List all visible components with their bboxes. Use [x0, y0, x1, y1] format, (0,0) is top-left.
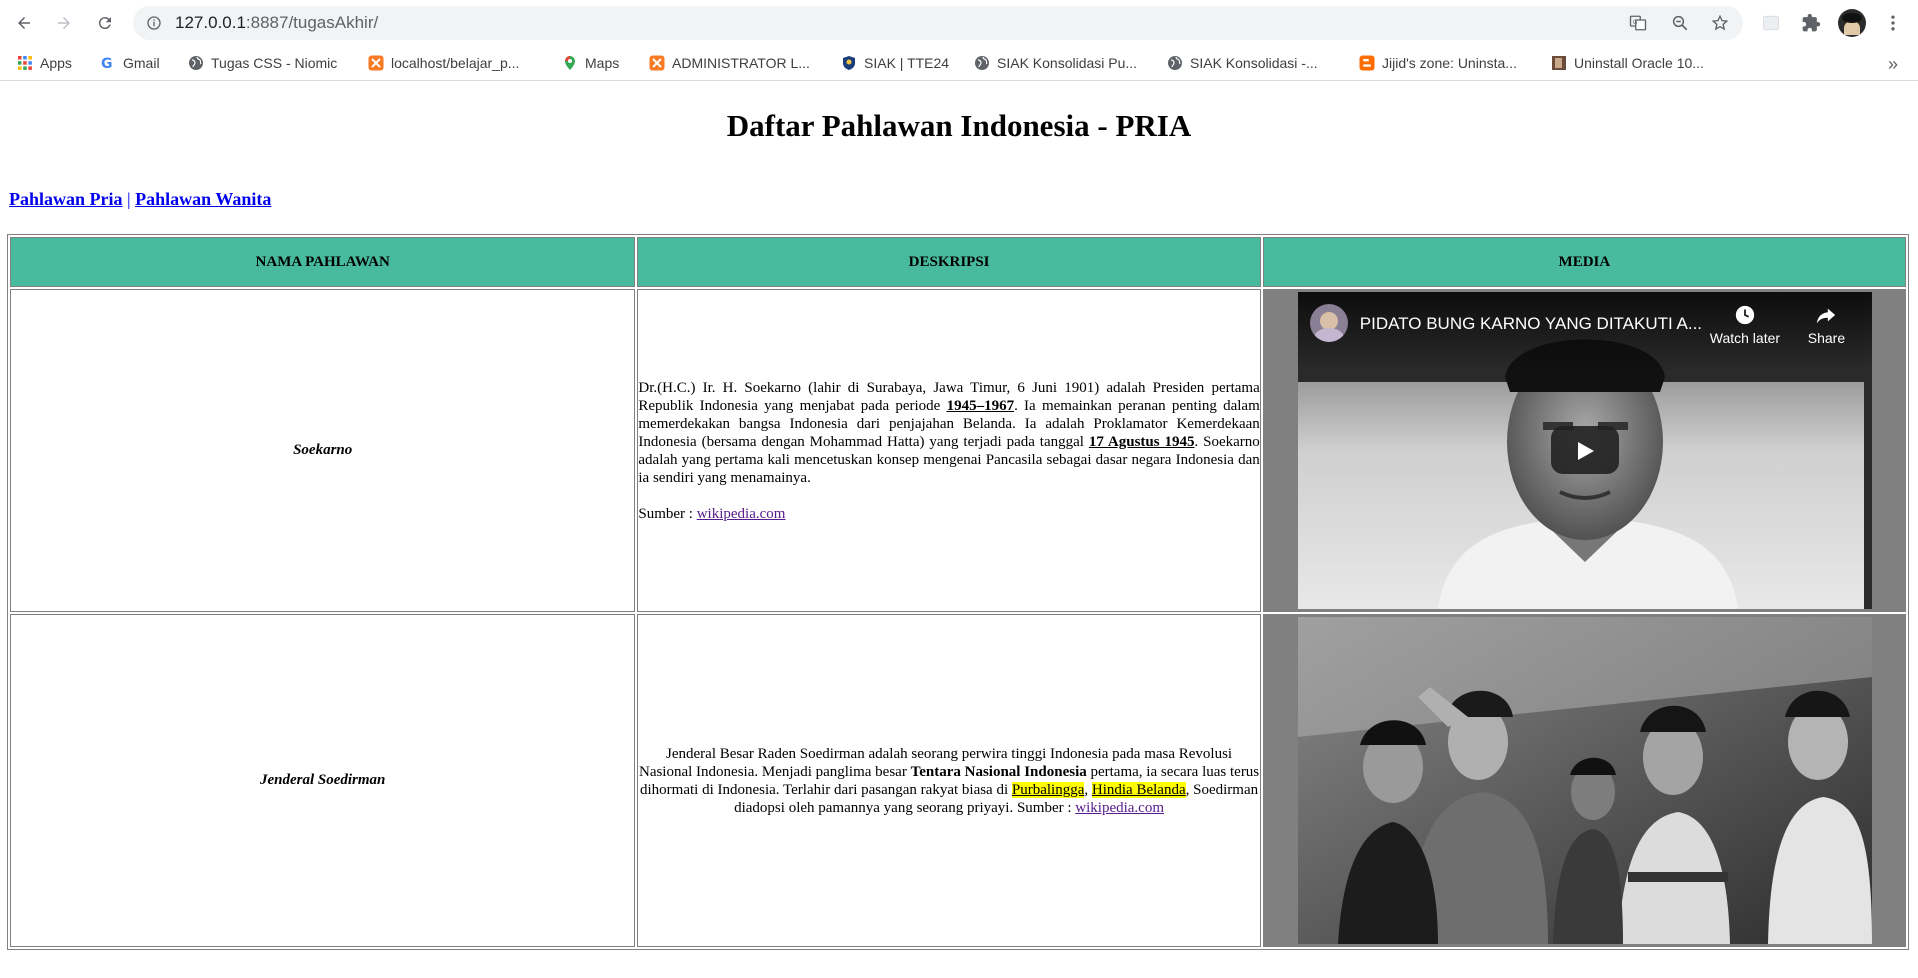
hero-name: Soekarno	[10, 289, 636, 612]
globe-icon	[188, 55, 204, 71]
blogger-icon	[1359, 55, 1375, 71]
reload-icon	[98, 17, 111, 30]
kebab-menu-icon[interactable]	[1883, 13, 1903, 33]
bookmark-uninstall-oracle[interactable]: Uninstall Oracle 10...	[1551, 52, 1704, 74]
bookmark-label: SIAK | TTE24	[864, 55, 950, 71]
bookmark-label: Jijid's zone: Uninsta...	[1382, 55, 1517, 71]
arrow-left-icon	[18, 17, 30, 29]
svg-text:G: G	[101, 56, 113, 71]
share-arrow-icon	[1817, 308, 1836, 324]
translate-icon[interactable]: G	[1629, 14, 1647, 32]
media-cell: PIDATO BUNG KARNO YANG DITAKUTI A... Wat…	[1262, 289, 1906, 612]
table-row: Soekarno Dr.(H.C.) Ir. H. Soekarno (lahi…	[10, 289, 1906, 612]
bookmark-label: Maps	[585, 55, 620, 71]
bookmark-label: Gmail	[123, 55, 160, 71]
google-icon: G	[100, 55, 116, 71]
maps-pin-icon	[562, 55, 578, 71]
shield-emblem-icon	[841, 55, 857, 71]
bookmark-jijids-zone[interactable]: Jijid's zone: Uninsta...	[1359, 52, 1517, 74]
bookmark-localhost[interactable]: localhost/belajar_p...	[368, 52, 519, 74]
profile-avatar[interactable]	[1838, 9, 1866, 37]
bookmarks-overflow-chevron-icon[interactable]: »	[1888, 54, 1898, 75]
highlight-hindia-belanda: Hindia Belanda	[1091, 781, 1186, 798]
page-title: Daftar Pahlawan Indonesia - PRIA	[726, 108, 1192, 143]
table-header-row: NAMA PAHLAWAN DESKRIPSI MEDIA	[10, 237, 1906, 287]
youtube-embed[interactable]: PIDATO BUNG KARNO YANG DITAKUTI A... Wat…	[1297, 292, 1872, 609]
hero-description: Jenderal Besar Raden Soedirman adalah se…	[637, 614, 1261, 947]
back-button[interactable]	[10, 9, 38, 37]
bookmark-gmail[interactable]: G Gmail	[100, 52, 160, 74]
hero-name: Jenderal Soedirman	[10, 614, 636, 947]
description-paragraph: Dr.(H.C.) Ir. H. Soekarno (lahir di Sura…	[638, 379, 1260, 486]
bookmark-tugas-css[interactable]: Tugas CSS - Niomic	[188, 52, 337, 74]
link-pahlawan-wanita[interactable]: Pahlawan Wanita	[135, 189, 271, 209]
bookmark-siak-konsolidasi-pu[interactable]: SIAK Konsolidasi Pu...	[974, 52, 1137, 74]
bookmark-label: SIAK Konsolidasi Pu...	[997, 55, 1138, 71]
bookmark-label: Tugas CSS - Niomic	[211, 55, 338, 71]
header-media: MEDIA	[1262, 237, 1906, 287]
clock-icon	[1735, 305, 1755, 325]
watch-later-button[interactable]: Watch later	[1710, 304, 1780, 346]
nav-separator: |	[127, 189, 131, 209]
forward-button[interactable]	[50, 9, 78, 37]
globe-icon	[974, 55, 990, 71]
source-link[interactable]: wikipedia.com	[1075, 800, 1164, 816]
media-cell	[1262, 614, 1906, 947]
globe-icon	[1167, 55, 1183, 71]
bookmark-apps[interactable]: Apps	[17, 52, 72, 74]
zoom-out-icon[interactable]	[1671, 14, 1689, 32]
bookmark-siak-konsolidasi[interactable]: SIAK Konsolidasi -...	[1167, 52, 1318, 74]
bookmark-label: localhost/belajar_p...	[391, 55, 520, 71]
bookmark-star-icon[interactable]	[1711, 14, 1729, 32]
heroes-table: NAMA PAHLAWAN DESKRIPSI MEDIA Soekarno D…	[7, 234, 1909, 950]
bookmark-label: ADMINISTRATOR L...	[672, 55, 810, 71]
share-label: Share	[1807, 330, 1846, 346]
play-button[interactable]	[1550, 426, 1619, 474]
url-text[interactable]: 127.0.0.1:8887/tugasAkhir/	[175, 13, 378, 33]
browser-toolbar: 127.0.0.1:8887/tugasAkhir/ G	[0, 0, 1918, 46]
bookmark-label: Apps	[40, 55, 72, 71]
channel-avatar[interactable]	[1309, 304, 1348, 342]
bookmark-administrator[interactable]: ADMINISTRATOR L...	[649, 52, 810, 74]
source-line: Sumber : wikipedia.com	[638, 505, 786, 522]
bookmark-siak-tte24[interactable]: SIAK | TTE24	[841, 52, 949, 74]
page-nav: Pahlawan Pria | Pahlawan Wanita	[9, 189, 271, 210]
page-content: Daftar Pahlawan Indonesia - PRIA Pahlawa…	[0, 81, 1918, 978]
svg-text:G: G	[1633, 19, 1638, 26]
bookmark-label: SIAK Konsolidasi -...	[1190, 55, 1318, 71]
soedirman-photo	[1297, 617, 1872, 944]
table-row: Jenderal Soedirman Jenderal Besar Raden …	[10, 614, 1906, 947]
bookmark-maps[interactable]: Maps	[562, 52, 619, 74]
xampp-icon	[368, 55, 384, 71]
watch-later-label: Watch later	[1709, 330, 1781, 346]
xampp-icon	[649, 55, 665, 71]
arrow-right-icon	[58, 17, 70, 29]
video-title[interactable]: PIDATO BUNG KARNO YANG DITAKUTI A...	[1360, 314, 1702, 334]
thumbnail-icon	[1551, 55, 1567, 71]
source-link[interactable]: wikipedia.com	[697, 506, 786, 522]
header-nama: NAMA PAHLAWAN	[10, 237, 636, 287]
bookmarks-bar: Apps G Gmail Tugas CSS - Niomic localhos…	[0, 46, 1918, 81]
play-icon	[1577, 442, 1594, 460]
puzzle-icon[interactable]	[1801, 13, 1821, 33]
bookmark-label: Uninstall Oracle 10...	[1574, 55, 1704, 71]
info-icon[interactable]	[146, 15, 162, 31]
hero-photo	[1297, 617, 1872, 944]
address-bar[interactable]: 127.0.0.1:8887/tugasAkhir/ G	[133, 6, 1743, 40]
hero-description: Dr.(H.C.) Ir. H. Soekarno (lahir di Sura…	[637, 289, 1261, 612]
highlight-purbalingga: Purbalingga	[1011, 781, 1085, 798]
extension-blank-icon[interactable]	[1761, 13, 1781, 33]
link-pahlawan-pria[interactable]: Pahlawan Pria	[9, 189, 123, 209]
reload-button[interactable]	[91, 9, 119, 37]
share-button[interactable]: Share	[1808, 304, 1845, 346]
header-deskripsi: DESKRIPSI	[637, 237, 1261, 287]
apps-grid-icon	[17, 55, 33, 71]
